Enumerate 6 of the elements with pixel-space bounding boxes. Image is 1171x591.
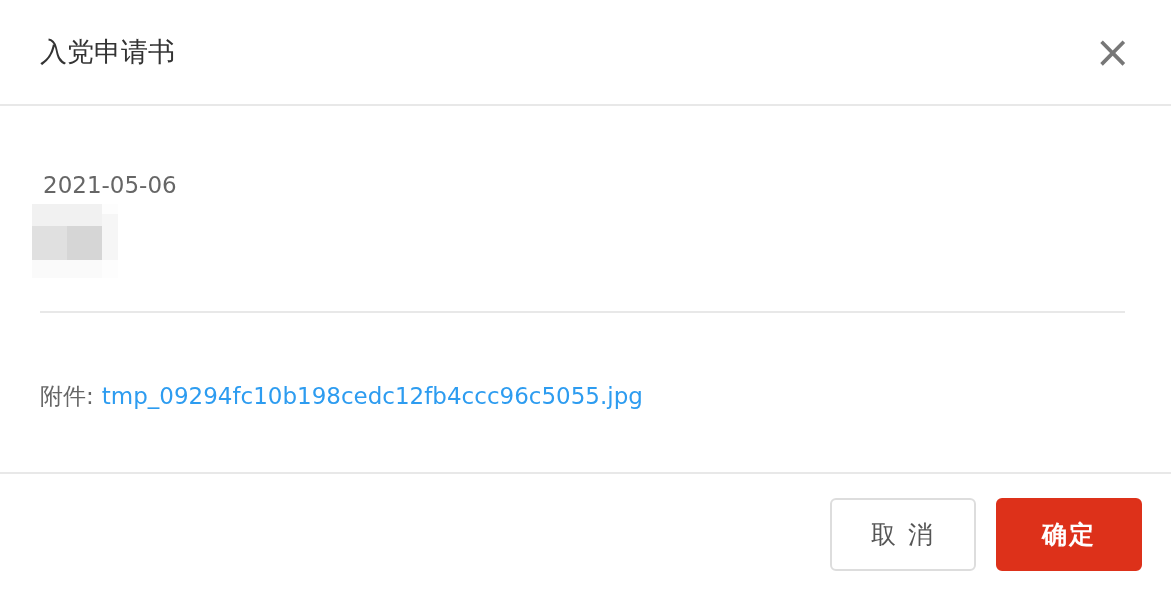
cancel-button[interactable]: 取 消 <box>830 498 976 571</box>
attachment-label: 附件: <box>40 382 94 411</box>
confirm-button[interactable]: 确定 <box>996 498 1142 571</box>
attachment-link[interactable]: tmp_09294fc10b198cedc12fb4ccc96c5055.jpg <box>101 383 643 409</box>
date-text: 2021-05-06 <box>43 172 177 198</box>
dialog-title: 入党申请书 <box>40 35 175 69</box>
